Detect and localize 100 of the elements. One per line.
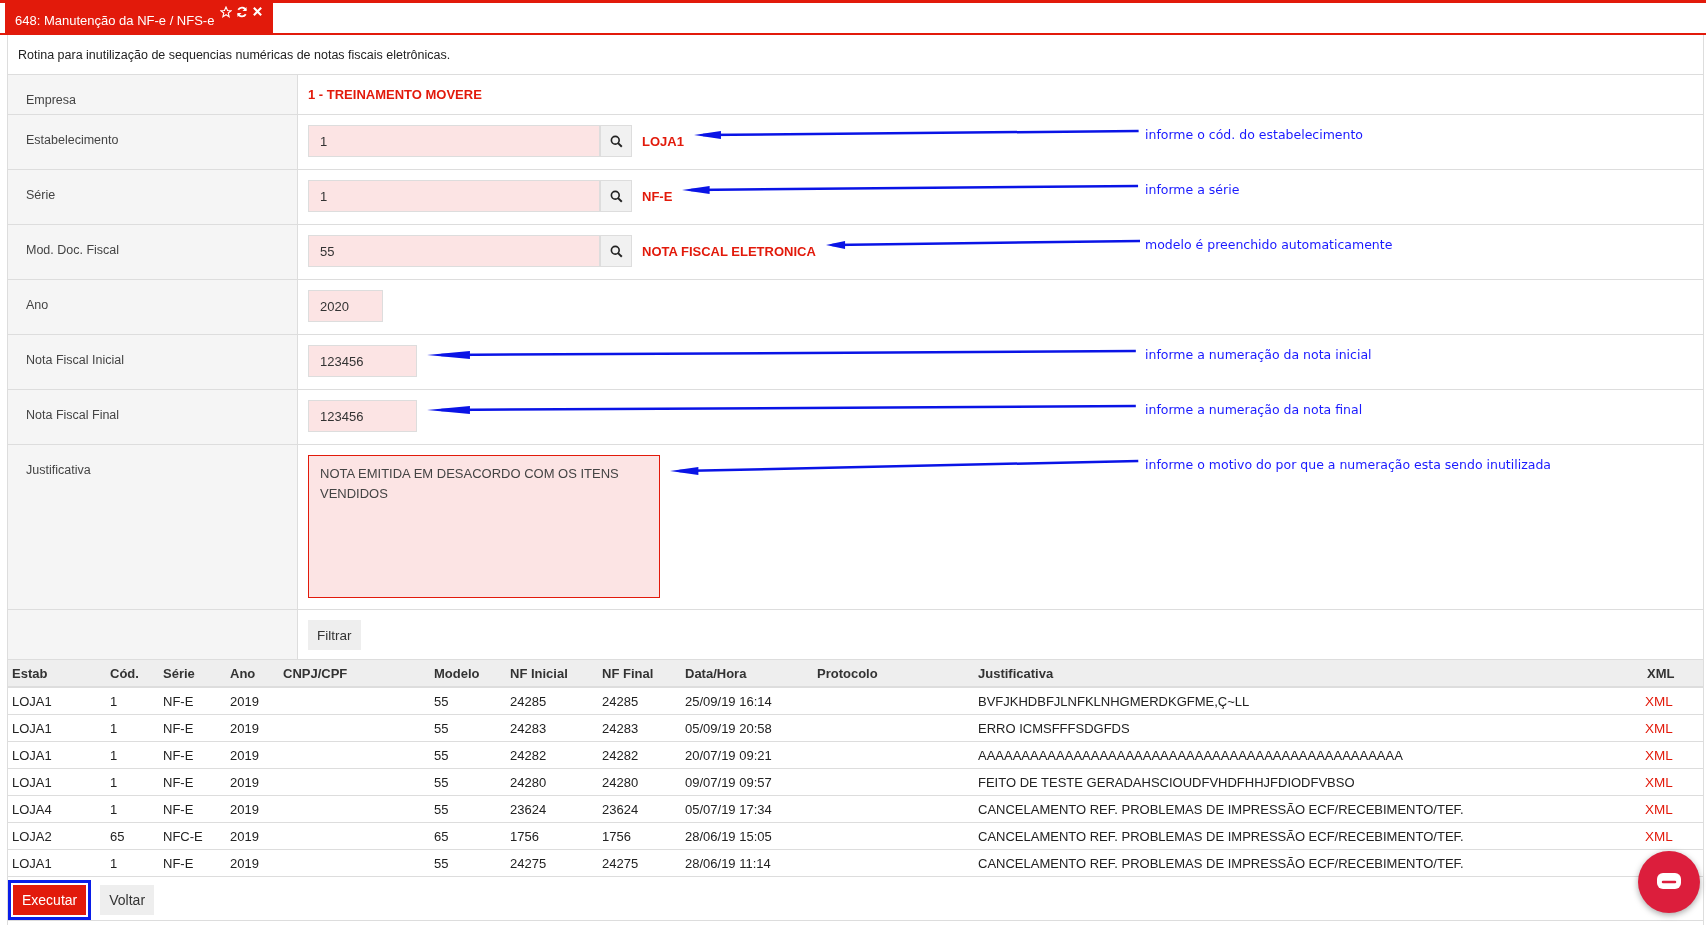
table-cell-text: 2019 [229, 693, 260, 709]
column-header: NF Final [601, 665, 655, 681]
table-cell-text: 20/07/19 09:21 [684, 747, 773, 763]
search-icon [609, 134, 623, 148]
table-cell-text: 55 [433, 801, 450, 817]
table-cell-text: 24275 [509, 855, 548, 871]
lookup-description: NOTA FISCAL ELETRONICA [642, 243, 816, 259]
table-cell-text: NF-E [162, 801, 195, 817]
table-cell-text: 28/06/19 15:05 [684, 828, 773, 844]
search-button[interactable] [600, 235, 632, 267]
chat-icon [1656, 872, 1682, 892]
field-label: Série [26, 188, 56, 202]
input-field[interactable]: 2020 [308, 290, 383, 322]
tab[interactable]: 648: Manutenção da NF-e / NFS-e [5, 3, 274, 33]
execute-button[interactable]: Executar [13, 885, 87, 915]
table-cell-text: 1 [109, 693, 119, 709]
column-header: NF Inicial [509, 665, 569, 681]
annotation-text: informe o cód. do estabelecimento [1145, 126, 1365, 142]
xml-link[interactable]: XML [1643, 828, 1703, 844]
annotation-text: informe o motivo do por que a numeração esta sendo inutilizada [1145, 456, 1552, 472]
column-header: Estab [11, 665, 49, 681]
table-cell-text: 24275 [601, 855, 640, 871]
close-icon[interactable] [252, 6, 264, 17]
input-field[interactable]: 1 [308, 125, 600, 157]
company-value: 1 - TREINAMENTO MOVERE [308, 86, 482, 102]
table-cell-text: AAAAAAAAAAAAAAAAAAAAAAAAAAAAAAAAAAAAAAAAAAAAAAAAA [977, 747, 1404, 763]
input-field[interactable]: 123456 [308, 345, 417, 377]
xml-link[interactable]: XML [1643, 693, 1703, 709]
table-cell-text: 24280 [601, 774, 640, 790]
table-cell-text: LOJA2 [11, 828, 53, 844]
table-cell-text: 05/09/19 20:58 [684, 720, 773, 736]
xml-link[interactable]: XML [1643, 801, 1703, 817]
field-label: Justificativa [26, 463, 91, 477]
column-header: Justificativa [977, 665, 1055, 681]
table-cell-text: 2019 [229, 828, 260, 844]
table-cell-text: CANCELAMENTO REF. PROBLEMAS DE IMPRESSÃO ECF/RECEBIMENTO/TEF. [977, 855, 1465, 871]
table-cell-text: BVFJKHDBFJLNFKLNHGMERDKGFME,Ç~LL [977, 693, 1251, 709]
field-label: Nota Fiscal Final [26, 408, 120, 422]
input-field[interactable]: 55 [308, 235, 600, 267]
table-cell-text: 2019 [229, 801, 260, 817]
table-cell-text: 24283 [509, 720, 548, 736]
table-cell-text: LOJA1 [11, 855, 53, 871]
table-cell-text: 55 [433, 747, 450, 763]
annotation-text: modelo é preenchido automaticamente [1145, 236, 1394, 252]
annotation-text: informe a numeração da nota inicial [1145, 346, 1373, 362]
table-cell-text: 2019 [229, 747, 260, 763]
field-label: Ano [26, 298, 49, 312]
star-icon[interactable] [220, 6, 233, 18]
lookup-description: LOJA1 [642, 133, 684, 149]
xml-link[interactable]: XML [1643, 774, 1703, 790]
input-field[interactable]: 1 [308, 180, 600, 212]
table-cell-text: 09/07/19 09:57 [684, 774, 773, 790]
table-cell-text: CANCELAMENTO REF. PROBLEMAS DE IMPRESSÃO ECF/RECEBIMENTO/TEF. [977, 801, 1465, 817]
table-cell-text: NF-E [162, 747, 195, 763]
annotation-text: informe a numeração da nota final [1145, 401, 1364, 417]
column-header: Série [162, 665, 196, 681]
column-header: CNPJ/CPF [282, 665, 349, 681]
table-cell-text: NF-E [162, 774, 195, 790]
filter-button[interactable]: Filtrar [308, 620, 361, 650]
table-cell-text: 24282 [601, 747, 640, 763]
xml-link[interactable]: XML [1643, 747, 1703, 763]
table-cell-text: 1 [109, 774, 119, 790]
search-button[interactable] [600, 180, 632, 212]
table-cell-text: 23624 [509, 801, 548, 817]
table-cell-text: 24283 [601, 720, 640, 736]
table-cell-text: 65 [109, 828, 126, 844]
column-header: Modelo [433, 665, 481, 681]
search-button[interactable] [600, 125, 632, 157]
table-cell-text: 24280 [509, 774, 548, 790]
refresh-icon[interactable] [236, 6, 249, 18]
table-cell-text: 1 [109, 855, 119, 871]
table-cell-text: NF-E [162, 693, 195, 709]
table-cell-text: LOJA1 [11, 774, 53, 790]
lookup-description: NF-E [642, 188, 673, 204]
table-cell-text: 24282 [509, 747, 548, 763]
table-cell-text: 2019 [229, 720, 260, 736]
text-area[interactable]: NOTA EMITIDA EM DESACORDO COM OS ITENS VENDIDOS [308, 455, 660, 598]
table-cell-text: LOJA1 [11, 693, 53, 709]
table-cell-text: 1756 [509, 828, 540, 844]
column-header: Ano [229, 665, 257, 681]
table-cell-text: 2019 [229, 774, 260, 790]
table-cell-text: 1 [109, 720, 119, 736]
table-cell-text: 28/06/19 11:14 [684, 855, 772, 871]
table-cell-text: 24285 [509, 693, 548, 709]
table-cell-text: 25/09/19 16:14 [684, 693, 773, 709]
table-cell-text: 1 [109, 747, 119, 763]
table-cell-text: 55 [433, 693, 450, 709]
table-cell-text: LOJA1 [11, 747, 53, 763]
table-cell-text: CANCELAMENTO REF. PROBLEMAS DE IMPRESSÃO ECF/RECEBIMENTO/TEF. [977, 828, 1465, 844]
annotation-text: informe a série [1145, 181, 1241, 197]
xml-link[interactable]: XML [1643, 720, 1703, 736]
chat-button[interactable] [1638, 851, 1700, 913]
table-cell-text: NF-E [162, 720, 195, 736]
table-cell-text: FEITO DE TESTE GERADAHSCIOUDFVHDFHHJFDIODFVBSO [977, 774, 1356, 790]
table-cell-text: 2019 [229, 855, 260, 871]
field-label: Empresa [26, 93, 77, 107]
input-field[interactable]: 123456 [308, 400, 417, 432]
table-cell-text: 1 [109, 801, 119, 817]
back-button[interactable]: Voltar [100, 885, 155, 915]
column-header: Protocolo [816, 665, 879, 681]
